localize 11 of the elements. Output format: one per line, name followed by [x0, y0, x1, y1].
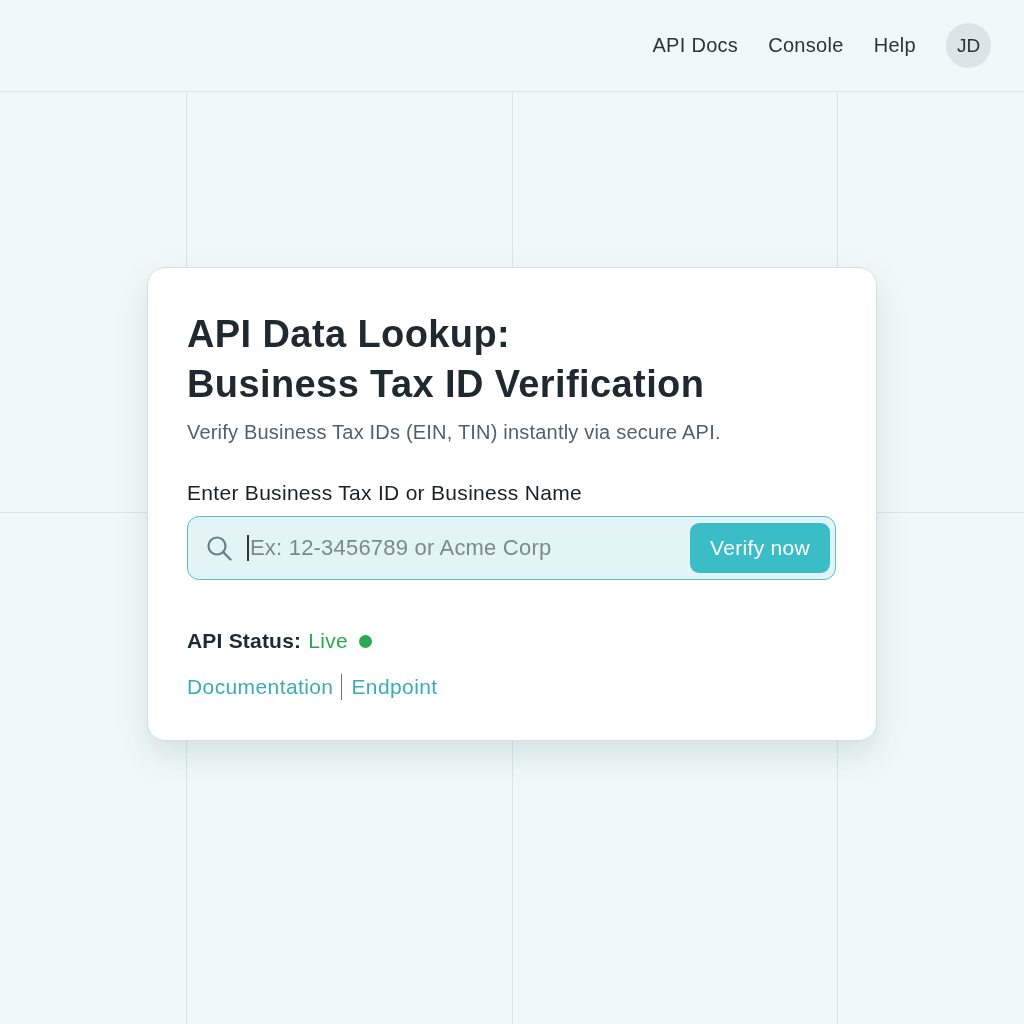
- card-title: API Data Lookup: Business Tax ID Verification: [187, 312, 705, 407]
- text-cursor: [247, 535, 249, 561]
- user-avatar[interactable]: JD: [946, 23, 991, 68]
- card-subtitle: Verify Business Tax IDs (EIN, TIN) instantly via secure API.: [187, 420, 721, 445]
- status-label: API Status:: [187, 628, 302, 654]
- nav-link[interactable]: Help: [873, 34, 916, 57]
- nav-link[interactable]: API Docs: [652, 34, 739, 57]
- status-value: Live: [308, 628, 348, 654]
- field-label: Enter Business Tax ID or Business Name: [187, 480, 582, 506]
- nav-link[interactable]: Console: [768, 34, 844, 57]
- search-icon: [206, 535, 232, 561]
